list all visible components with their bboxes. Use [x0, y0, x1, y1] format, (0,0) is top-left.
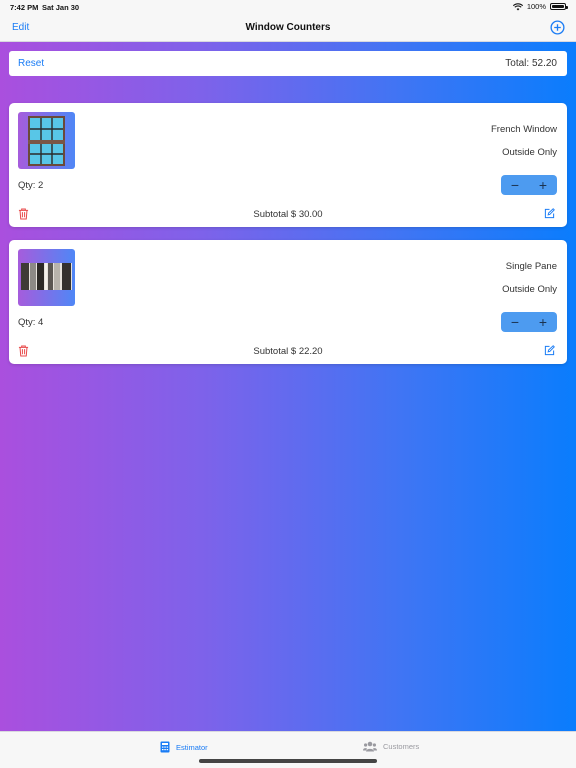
quantity-stepper[interactable]: − +	[501, 175, 557, 195]
plus-circle-icon[interactable]	[550, 20, 565, 35]
tab-customers-label: Customers	[383, 742, 420, 751]
window-item-card[interactable]: Single Pane Outside Only Qty: 4 − + Subt…	[9, 240, 567, 364]
window-grid-image	[18, 112, 75, 169]
quantity-label: Qty: 4	[18, 317, 44, 328]
wifi-icon	[512, 2, 523, 10]
status-time: 7:42 PM	[10, 3, 39, 12]
decrement-button[interactable]: −	[505, 178, 525, 192]
subtotal-label: Subtotal $ 30.00	[253, 209, 323, 220]
decrement-button[interactable]: −	[505, 315, 525, 329]
navigation-bar: Edit Window Counters	[0, 14, 576, 42]
quantity-stepper[interactable]: − +	[501, 312, 557, 332]
status-date: Sat Jan 30	[42, 3, 80, 12]
subtotal-label: Subtotal $ 22.20	[253, 346, 323, 357]
window-type-label: French Window	[491, 124, 557, 135]
quantity-label: Qty: 2	[18, 180, 44, 191]
increment-button[interactable]: +	[533, 315, 553, 329]
edit-icon[interactable]	[544, 208, 555, 219]
window-item-card[interactable]: French Window Outside Only Qty: 2 − + Su…	[9, 103, 567, 227]
summary-bar: Reset Total: 52.20	[9, 51, 567, 76]
window-scope-label: Outside Only	[502, 284, 557, 295]
window-type-label: Single Pane	[505, 261, 557, 272]
edit-icon[interactable]	[544, 345, 555, 356]
status-right: 100%	[512, 2, 568, 11]
increment-button[interactable]: +	[533, 178, 553, 192]
tab-estimator[interactable]: Estimator	[160, 741, 208, 753]
page-title: Window Counters	[245, 22, 331, 33]
reset-button[interactable]: Reset	[18, 58, 44, 69]
window-photo-image	[18, 249, 75, 306]
tab-estimator-label: Estimator	[176, 742, 208, 752]
window-scope-label: Outside Only	[502, 147, 557, 158]
status-bar: 7:42 PM Sat Jan 30 100%	[0, 0, 576, 14]
tab-customers[interactable]: Customers	[363, 741, 419, 752]
calculator-icon	[160, 741, 170, 753]
battery-icon	[550, 3, 568, 10]
battery-percent: 100%	[526, 2, 546, 11]
people-icon	[363, 741, 377, 752]
total-label: Total: 52.20	[505, 58, 557, 69]
home-indicator	[199, 759, 377, 763]
